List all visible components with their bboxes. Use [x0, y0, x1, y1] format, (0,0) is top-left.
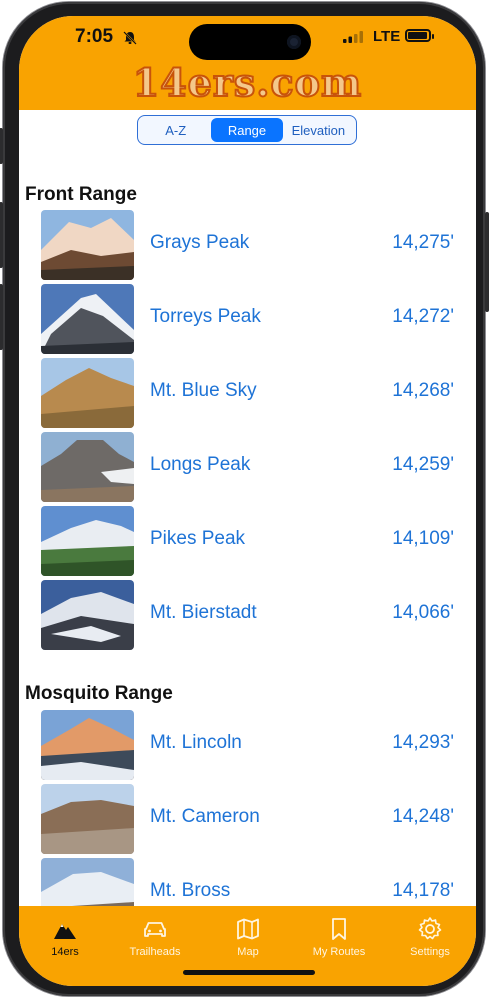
segment-a-z[interactable]: A-Z [140, 118, 211, 142]
peak-row-mt-blue-sky[interactable]: Mt. Blue Sky 14,268' [19, 358, 476, 428]
peak-name: Mt. Bross [150, 880, 231, 901]
peak-name: Mt. Cameron [150, 806, 260, 827]
mountain-icon [54, 924, 76, 939]
peak-elevation: 14,178' [392, 880, 454, 901]
tab-label: 14ers [51, 946, 79, 958]
peak-elevation: 14,066' [392, 602, 454, 623]
peak-photo [41, 358, 134, 428]
phone-frame: 7:05 LTE 14ers.com A-Z Range Elevation F… [0, 2, 489, 996]
peak-name: Pikes Peak [150, 528, 246, 549]
tab-trailheads[interactable]: Trailheads [115, 916, 195, 958]
tab-label: Trailheads [129, 946, 181, 958]
tab-map[interactable]: Map [208, 916, 288, 958]
peak-photo [41, 784, 134, 854]
car-icon [144, 922, 166, 937]
peak-elevation: 14,259' [392, 454, 454, 475]
app-header: 7:05 LTE 14ers.com [19, 16, 476, 110]
dynamic-island [189, 24, 311, 60]
cellular-signal-icon [343, 31, 363, 43]
volume-up-button [0, 202, 3, 268]
action-button [0, 128, 3, 164]
tab-bar: 14ers Trailheads Map My Routes Settings [19, 906, 476, 986]
peak-row-longs-peak[interactable]: Longs Peak 14,259' [19, 432, 476, 502]
status-time: 7:05 [75, 26, 114, 47]
peak-name: Longs Peak [150, 454, 251, 475]
peak-row-grays-peak[interactable]: Grays Peak 14,275' [19, 210, 476, 280]
peak-photo [41, 432, 134, 502]
segment-range[interactable]: Range [211, 118, 283, 142]
map-icon [237, 918, 259, 940]
bookmark-icon [332, 918, 346, 940]
camera-icon [287, 35, 301, 49]
peak-name: Grays Peak [150, 232, 250, 253]
tab-settings[interactable]: Settings [390, 916, 470, 958]
peak-name: Mt. Blue Sky [150, 380, 257, 401]
volume-down-button [0, 284, 3, 350]
peak-name: Mt. Bierstadt [150, 602, 257, 623]
peak-photo [41, 210, 134, 280]
peak-photo [41, 284, 134, 354]
gear-icon [418, 917, 442, 940]
segment-elevation[interactable]: Elevation [283, 118, 354, 142]
peak-elevation: 14,109' [392, 528, 454, 549]
section-header-mosquito-range: Mosquito Range [25, 683, 173, 704]
peak-elevation: 14,293' [392, 732, 454, 753]
tab-my-routes[interactable]: My Routes [299, 916, 379, 958]
app-screen: 7:05 LTE 14ers.com A-Z Range Elevation F… [19, 16, 476, 986]
peak-photo [41, 506, 134, 576]
peak-row-pikes-peak[interactable]: Pikes Peak 14,109' [19, 506, 476, 576]
tab-label: Map [237, 946, 259, 958]
peak-row-torreys-peak[interactable]: Torreys Peak 14,272' [19, 284, 476, 354]
peak-name: Torreys Peak [150, 306, 261, 327]
peak-name: Mt. Lincoln [150, 732, 242, 753]
section-header-front-range: Front Range [25, 184, 137, 205]
peak-photo [41, 580, 134, 650]
home-indicator [183, 970, 315, 975]
battery-icon [405, 29, 434, 42]
peak-photo [41, 710, 134, 780]
peak-elevation: 14,272' [392, 306, 454, 327]
network-type: LTE [373, 28, 401, 45]
sort-segmented-control: A-Z Range Elevation [137, 115, 357, 145]
power-button [485, 212, 489, 312]
tab-label: Settings [410, 946, 450, 958]
app-logo: 14ers.com [132, 59, 363, 106]
peak-elevation: 14,275' [392, 232, 454, 253]
silent-bell-icon [123, 31, 137, 45]
peak-row-mt-bierstadt[interactable]: Mt. Bierstadt 14,066' [19, 580, 476, 650]
peak-elevation: 14,248' [392, 806, 454, 827]
tab-label: My Routes [312, 946, 366, 958]
peak-row-mt-cameron[interactable]: Mt. Cameron 14,248' [19, 784, 476, 854]
peak-elevation: 14,268' [392, 380, 454, 401]
peak-row-mt-lincoln[interactable]: Mt. Lincoln 14,293' [19, 710, 476, 780]
tab-14ers[interactable]: 14ers [25, 916, 105, 958]
